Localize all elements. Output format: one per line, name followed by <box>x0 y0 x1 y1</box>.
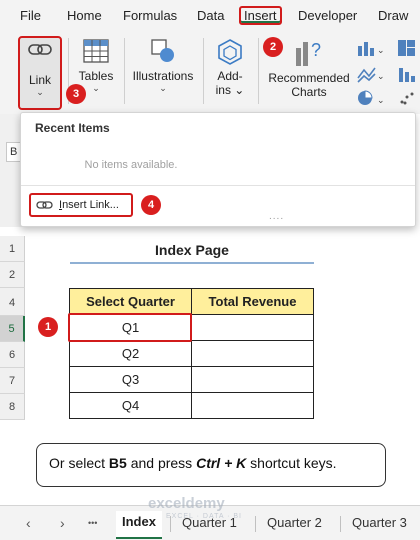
insert-link-label: nsert Link... <box>62 199 119 211</box>
charts-label: Charts <box>291 85 327 99</box>
chevron-down-icon: ⌄ <box>36 87 44 97</box>
resize-grip[interactable]: .... <box>269 211 284 222</box>
header-select-quarter[interactable]: Select Quarter <box>69 288 192 315</box>
selected-cell-highlight <box>68 313 192 342</box>
table-header-row: Select Quarter Total Revenue <box>69 288 314 315</box>
svg-text:⌄: ⌄ <box>377 45 385 55</box>
chevron-down-icon: ⌄ <box>159 83 167 93</box>
row-header-6[interactable]: 6 <box>0 342 25 368</box>
note-text: shortcut keys. <box>246 455 337 471</box>
sheet-tab-index[interactable]: Index <box>116 511 162 539</box>
cell-b8[interactable]: Q4 <box>69 392 192 419</box>
statistic-chart-icon[interactable] <box>396 64 420 84</box>
note-text: and press <box>126 455 197 471</box>
row-header-7[interactable]: 7 <box>0 368 25 394</box>
menu-file[interactable]: File <box>20 8 41 23</box>
row-header-4[interactable]: 4 <box>0 290 25 316</box>
row-header-8[interactable]: 8 <box>0 394 25 420</box>
link-icon <box>28 44 52 55</box>
quarter-table: Select Quarter Total Revenue Q1 Q2 Q3 Q4 <box>69 288 314 419</box>
table-row: Q2 <box>69 340 314 367</box>
table-row: Q4 <box>69 392 314 419</box>
menu-bar: File Home Formulas Data Insert Developer… <box>0 0 420 32</box>
table-row: Q3 <box>69 366 314 393</box>
cell-c6[interactable] <box>191 340 314 367</box>
menu-home[interactable]: Home <box>67 8 102 23</box>
step-badge-4: 4 <box>141 195 161 215</box>
watermark-tagline: EXCEL · DATA · BI <box>166 513 242 520</box>
note-text: Or select <box>49 455 109 471</box>
header-total-revenue[interactable]: Total Revenue <box>191 288 314 315</box>
line-chart-icon[interactable]: ⌄ <box>356 64 386 84</box>
addins-icon <box>218 39 242 65</box>
cell-c8[interactable] <box>191 392 314 419</box>
ribbon-divider <box>258 38 259 104</box>
watermark-logo: exceldemy <box>148 495 225 512</box>
ribbon-divider <box>203 38 204 104</box>
tables-label: Tables <box>78 69 114 83</box>
note-cell-ref: B5 <box>108 455 127 471</box>
step-badge-2: 2 <box>263 37 283 57</box>
svg-text:⌄: ⌄ <box>377 71 385 81</box>
recommended-charts-icon: ? <box>296 40 321 66</box>
menu-data[interactable]: Data <box>197 8 224 23</box>
menu-insert[interactable]: Insert <box>239 6 282 25</box>
next-sheet-button[interactable]: › <box>60 515 65 531</box>
bar-chart-icon[interactable]: ⌄ <box>356 38 386 58</box>
link-label: Link <box>28 73 51 87</box>
svg-text:⌄: ⌄ <box>377 95 385 105</box>
shortcut-note: Or select B5 and press Ctrl + K shortcut… <box>36 443 386 487</box>
cell-c7[interactable] <box>191 366 314 393</box>
no-items-text: No items available. <box>84 159 178 171</box>
illustrations-button[interactable]: Illustrations ⌄ <box>128 38 198 93</box>
menu-formulas[interactable]: Formulas <box>123 8 177 23</box>
addins-button[interactable]: Add- ins ⌄ <box>208 38 252 97</box>
page-title: Index Page <box>155 242 229 258</box>
recommended-label: Recommended <box>268 71 350 85</box>
row-header-2[interactable]: 2 <box>0 262 25 288</box>
svg-text:?: ? <box>311 40 321 60</box>
menu-developer[interactable]: Developer <box>298 8 357 23</box>
prev-sheet-button[interactable]: ‹ <box>26 515 31 531</box>
table-icon <box>83 39 109 63</box>
note-shortcut-keys: Ctrl + K <box>196 455 247 471</box>
scatter-chart-icon[interactable] <box>396 88 420 108</box>
pie-chart-icon[interactable]: ⌄ <box>356 88 386 108</box>
chart-types-group: ⌄ ⌄ ⌄ <box>356 38 420 108</box>
shapes-icon <box>151 39 174 62</box>
row-header-1[interactable]: 1 <box>0 236 25 262</box>
cell-b6[interactable]: Q2 <box>69 340 192 367</box>
link-button-content[interactable]: Link ⌄ <box>18 40 62 97</box>
sheet-tab-quarter-2[interactable]: Quarter 2 <box>267 515 322 530</box>
menu-draw[interactable]: Draw <box>378 8 408 23</box>
insert-link-menu-item[interactable]: Insert Link... <box>29 193 133 217</box>
recent-items-heading: Recent Items <box>35 121 110 135</box>
more-sheets-button[interactable]: ••• <box>88 518 97 528</box>
sheet-tab-quarter-3[interactable]: Quarter 3 <box>352 515 407 530</box>
dropdown-divider <box>21 185 415 186</box>
addins-label-2: ins ⌄ <box>215 83 245 97</box>
row-header-5[interactable]: 5 <box>0 316 25 342</box>
step-badge-3: 3 <box>66 84 86 104</box>
link-dropdown-menu: Recent Items No items available. Insert … <box>20 112 416 227</box>
ribbon-divider <box>124 38 125 104</box>
cell-b7[interactable]: Q3 <box>69 366 192 393</box>
hierarchy-chart-icon[interactable] <box>396 38 420 58</box>
link-icon <box>36 201 53 209</box>
addins-label: Add- <box>217 69 243 83</box>
tab-divider <box>255 516 256 532</box>
title-underline <box>70 262 314 264</box>
illustrations-label: Illustrations <box>132 69 194 83</box>
cell-c5[interactable] <box>191 314 314 341</box>
tab-divider <box>340 516 341 532</box>
step-badge-1: 1 <box>38 317 58 337</box>
